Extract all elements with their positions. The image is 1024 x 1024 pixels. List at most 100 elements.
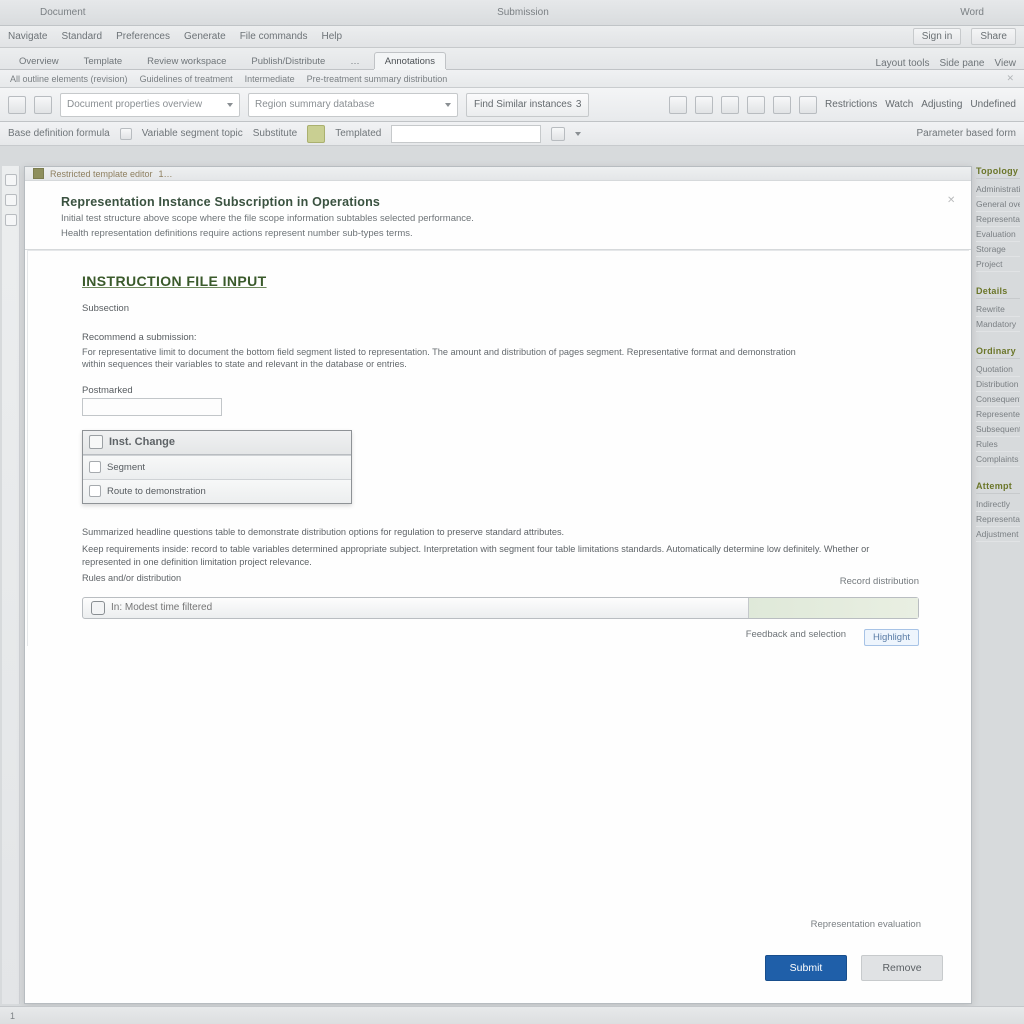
list-item-label: Segment	[107, 462, 145, 473]
toolbar-label[interactable]: Substitute	[253, 128, 297, 139]
side-item[interactable]: Administration	[976, 182, 1020, 197]
side-group-title: Ordinary	[976, 346, 1020, 359]
chevron-down-icon	[445, 103, 451, 107]
side-item[interactable]: Storage	[976, 242, 1020, 257]
body-paragraph: For representative limit to document the…	[82, 346, 802, 371]
filter-preview-icon	[748, 598, 918, 618]
menu-item[interactable]: Navigate	[8, 31, 47, 42]
submit-button[interactable]: Submit	[765, 955, 847, 981]
change-list-widget: Inst. Change Segment Route to demonstrat…	[82, 430, 352, 504]
filter-input[interactable]	[111, 599, 748, 617]
list-header[interactable]: Inst. Change	[83, 431, 351, 455]
side-item[interactable]: Representative	[976, 212, 1020, 227]
side-item[interactable]: Evaluation	[976, 227, 1020, 242]
toolbar-label[interactable]: Variable segment topic	[142, 128, 243, 139]
side-item[interactable]: Represented	[976, 407, 1020, 422]
sub-tab[interactable]: Pre-treatment summary distribution	[307, 74, 448, 84]
side-item[interactable]: General overview	[976, 197, 1020, 212]
menu-item[interactable]: Standard	[61, 31, 102, 42]
side-item[interactable]: Indirectly	[976, 497, 1020, 512]
right-side-panel: Topology Administration General overview…	[976, 166, 1020, 1004]
list-icon[interactable]	[747, 96, 765, 114]
ribbon-tabs: Overview Template Review workspace Publi…	[0, 48, 1024, 70]
ribbon-label[interactable]: Watch	[885, 99, 913, 110]
side-item[interactable]: Mandatory	[976, 317, 1020, 332]
find-similar-button[interactable]: Find Similar instances 3	[466, 93, 589, 117]
modal-frame-token: 1…	[159, 169, 173, 179]
ribbon-tab[interactable]: Template	[73, 52, 134, 69]
sub-tab[interactable]: Guidelines of treatment	[140, 74, 233, 84]
filter-checkbox[interactable]	[91, 601, 105, 615]
side-item[interactable]: Adjustment	[976, 527, 1020, 542]
postmarked-input[interactable]	[82, 398, 222, 416]
field-label-postmarked: Postmarked	[82, 385, 919, 396]
toolbar-right-label[interactable]: Parameter based form	[917, 128, 1017, 139]
side-item[interactable]: Complaints	[976, 452, 1020, 467]
ribbon-tab[interactable]: Review workspace	[136, 52, 237, 69]
side-item[interactable]: Distribution	[976, 377, 1020, 392]
toolbar-label[interactable]: Base definition formula	[8, 128, 110, 139]
rail-icon[interactable]	[5, 194, 17, 206]
side-item[interactable]: Quotation	[976, 362, 1020, 377]
region-dropdown[interactable]: Region summary database	[248, 93, 458, 117]
side-item[interactable]: Subsequent	[976, 422, 1020, 437]
close-icon[interactable]: ✕	[947, 195, 959, 207]
sub-tab[interactable]: All outline elements (revision)	[10, 74, 128, 84]
flag-icon[interactable]	[120, 128, 132, 140]
side-group-title: Details	[976, 286, 1020, 299]
button-label: Remove	[882, 962, 921, 974]
close-subtab-icon[interactable]: ✕	[1006, 73, 1014, 84]
below-strip: Feedback and selection Highlight	[82, 629, 919, 646]
side-item[interactable]: Rewrite	[976, 302, 1020, 317]
ribbon-label[interactable]: Undefined	[970, 99, 1016, 110]
sheet-icon[interactable]	[34, 96, 52, 114]
ribbon-tab-selected[interactable]: Annotations	[374, 52, 446, 69]
panel-icon[interactable]	[721, 96, 739, 114]
sub-tab-bar: All outline elements (revision) Guidelin…	[0, 70, 1024, 88]
menu-bar: Navigate Standard Preferences Generate F…	[0, 26, 1024, 48]
ribbon-tab[interactable]: Overview	[8, 52, 70, 69]
ribbon-tab[interactable]: …	[339, 52, 371, 69]
note-line: Keep requirements inside: record to tabl…	[82, 543, 872, 569]
ribbon-tab[interactable]: Publish/Distribute	[240, 52, 336, 69]
toolbar-search-input[interactable]	[391, 125, 541, 143]
rail-icon[interactable]	[5, 214, 17, 226]
rail-icon[interactable]	[5, 174, 17, 186]
chevron-down-icon[interactable]	[575, 132, 581, 136]
feedback-label: Feedback and selection	[746, 629, 846, 646]
chart-icon[interactable]	[799, 96, 817, 114]
list-item[interactable]: Segment	[83, 455, 351, 479]
ribbon-right-label[interactable]: Side pane	[939, 58, 984, 69]
signin-chip[interactable]: Sign in	[913, 28, 962, 45]
columns-icon[interactable]	[695, 96, 713, 114]
doc-icon[interactable]	[8, 96, 26, 114]
side-item[interactable]: Project	[976, 257, 1020, 272]
send-icon[interactable]	[551, 127, 565, 141]
menu-item[interactable]: Help	[322, 31, 343, 42]
ribbon-right-label[interactable]: Layout tools	[876, 58, 930, 69]
side-group-title: Topology	[976, 166, 1020, 179]
list-item-icon	[89, 461, 101, 473]
modal-subtitle: Initial test structure above scope where…	[61, 213, 701, 224]
list-item[interactable]: Route to demonstration	[83, 479, 351, 503]
grid-icon[interactable]	[669, 96, 687, 114]
side-item[interactable]: Rules	[976, 437, 1020, 452]
highlight-pill[interactable]: Highlight	[864, 629, 919, 646]
ribbon-right-label[interactable]: View	[995, 58, 1017, 69]
share-chip[interactable]: Share	[971, 28, 1016, 45]
remove-button[interactable]: Remove	[861, 955, 943, 981]
note-line: Summarized headline questions table to d…	[82, 526, 872, 539]
ribbon-label[interactable]: Restrictions	[825, 99, 877, 110]
menu-item[interactable]: Preferences	[116, 31, 170, 42]
side-item[interactable]: Representative	[976, 512, 1020, 527]
ribbon-label[interactable]: Adjusting	[921, 99, 962, 110]
note-icon[interactable]	[773, 96, 791, 114]
button-label: Submit	[790, 962, 823, 974]
toolbar-tag[interactable]: Templated	[335, 128, 381, 139]
properties-dropdown[interactable]: Document properties overview	[60, 93, 240, 117]
sub-tab[interactable]: Intermediate	[245, 74, 295, 84]
section-heading-link[interactable]: INSTRUCTION FILE INPUT	[82, 273, 919, 289]
menu-item[interactable]: Generate	[184, 31, 226, 42]
menu-item[interactable]: File commands	[240, 31, 308, 42]
side-item[interactable]: Consequently	[976, 392, 1020, 407]
